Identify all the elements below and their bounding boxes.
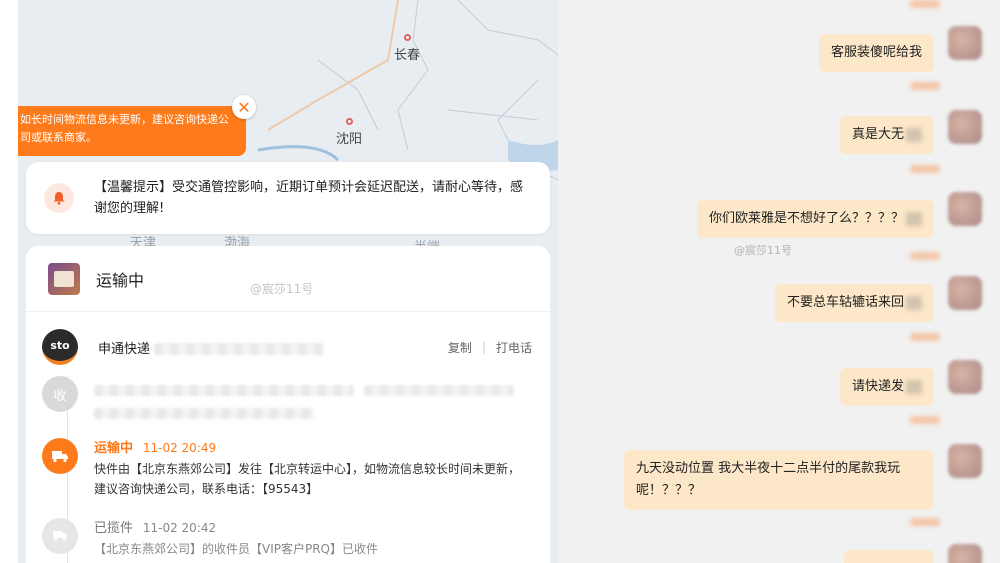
avatar (948, 276, 982, 310)
carrier-name: 申通快递 (98, 338, 325, 357)
tracking-number-redacted (154, 343, 325, 355)
receiver-badge: 收 (42, 376, 78, 412)
timeline-event: 已揽件 11-02 20:42 【北京东燕郊公司】的收件员【VIP客户PRQ】已… (42, 518, 550, 563)
map-city-changchun: 长春 (394, 34, 420, 63)
status-header: 运输中 @宸莎11号 (26, 246, 550, 312)
logistics-panel: 运输中 @宸莎11号 sto 申通快递 复制 | 打电话 收 运输中 11-02… (26, 246, 550, 563)
time-tag-redacted (910, 252, 940, 260)
logistics-tip-toast: 如长时间物流信息未更新，建议咨询快递公司或联系商家。 (18, 106, 246, 156)
package-icon (48, 262, 80, 295)
chat-bubble-partial (844, 550, 934, 563)
map-city-shenyang: 沈阳 (336, 118, 362, 147)
event-status: 已揽件 (94, 521, 134, 536)
logistics-app: 长春 沈阳 天津 渤海 半端 如长时间物流信息未更新，建议咨询快递公司或联系商家… (18, 0, 558, 563)
copy-button[interactable]: 复制 (448, 339, 472, 356)
avatar (948, 360, 982, 394)
watermark: @宸莎11号 (734, 244, 792, 257)
carrier-actions: 复制 | 打电话 (448, 339, 532, 356)
chat-bubble: 你们欧莱雅是不想好了么？？？？ (696, 200, 934, 238)
time-tag-redacted (910, 165, 940, 173)
sto-logo: sto (42, 329, 78, 365)
event-body: 已揽件 11-02 20:42 【北京东燕郊公司】的收件员【VIP客户PRQ】已… (94, 518, 378, 559)
time-tag-redacted (910, 518, 940, 526)
event-body: 运输中 11-02 20:49 快件由【北京东燕郊公司】发往【北京转运中心】，如… (94, 438, 522, 499)
chat-bubble: 不要总车轱辘话来回 (774, 284, 934, 322)
receiver-item: 收 (42, 376, 550, 438)
chat-bubble: 客服装傻呢给我 (818, 34, 934, 72)
event-detail: 快件由【北京东燕郊公司】发往【北京转运中心】，如物流信息较长时间未更新，建议咨询… (94, 462, 521, 496)
event-time: 11-02 20:49 (142, 441, 217, 455)
screenshot-root: 长春 沈阳 天津 渤海 半端 如长时间物流信息未更新，建议咨询快递公司或联系商家… (0, 0, 1000, 563)
tracking-timeline: 收 运输中 11-02 20:49 快件由【北京东燕郊公司】发往【北京转运中心】… (26, 376, 550, 563)
timeline-event: 运输中 11-02 20:49 快件由【北京东燕郊公司】发往【北京转运中心】，如… (42, 438, 550, 518)
event-time: 11-02 20:42 (142, 521, 217, 535)
time-tag-redacted (910, 416, 940, 424)
divider: | (481, 340, 486, 354)
notice-text: 【温馨提示】受交通管控影响，近期订单预计会延迟配送，请耐心等待，感谢您的理解! (94, 180, 524, 216)
avatar (948, 110, 982, 144)
chat-bubble: 九天没动位置 我大半夜十二点半付的尾款我玩呢！？？？ (624, 450, 934, 510)
status-title: 运输中 (96, 270, 145, 290)
bell-icon (44, 183, 74, 213)
avatar (948, 192, 982, 226)
time-tag-redacted (910, 333, 940, 341)
chat-view: 客服装傻呢给我 真是大无 你们欧莱雅是不想好了么？？？？ @宸莎11号 不要总车… (558, 0, 1000, 563)
chat-bubble: 真是大无 (839, 116, 934, 154)
carrier-row: sto 申通快递 复制 | 打电话 (26, 322, 550, 372)
pickup-icon (42, 518, 78, 554)
time-tag-redacted (910, 0, 940, 8)
avatar (948, 26, 982, 60)
chat-bubble: 请快递发 (839, 368, 934, 406)
watermark: @宸莎11号 (250, 282, 314, 296)
time-tag-redacted (910, 82, 940, 90)
avatar (948, 444, 982, 478)
truck-icon (42, 438, 78, 474)
call-button[interactable]: 打电话 (496, 339, 532, 356)
event-status: 运输中 (94, 441, 134, 456)
event-detail: 【北京东燕郊公司】的收件员【VIP客户PRQ】已收件 (94, 542, 379, 556)
toast-text: 如长时间物流信息未更新，建议咨询快递公司或联系商家。 (20, 113, 229, 144)
close-icon[interactable]: ✕ (232, 95, 256, 119)
avatar (948, 544, 982, 563)
receiver-info-redacted (94, 376, 514, 420)
notice-card: 【温馨提示】受交通管控影响，近期订单预计会延迟配送，请耐心等待，感谢您的理解! (26, 162, 550, 234)
